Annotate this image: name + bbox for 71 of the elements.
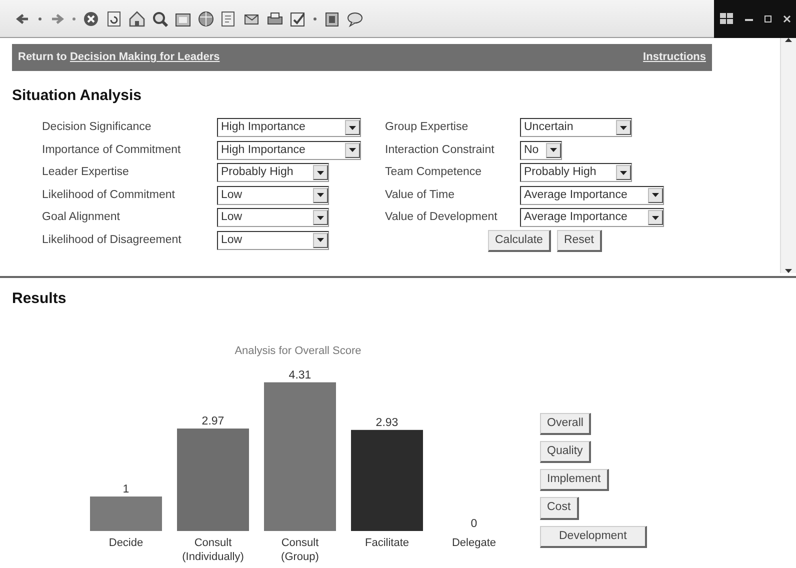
score-button[interactable]: Cost [540,497,579,520]
score-button[interactable]: Quality [540,440,591,463]
category-label: Facilitate [364,536,410,548]
globe-icon[interactable] [197,10,215,28]
dropdown[interactable]: Low [217,208,329,228]
dropdown-arrow-icon [317,170,324,175]
section-title: Situation Analysis [12,86,142,106]
return-text: Return to Decision Making for Leaders [18,50,220,66]
search-icon[interactable] [151,10,169,28]
stop-icon[interactable] [82,10,100,28]
category-label: Consult (Individually) [182,536,244,562]
dropdown-arrow-icon [620,126,627,130]
field-label: Decision Significance [42,120,152,136]
field-label: Goal Alignment [42,210,121,226]
dropdown[interactable]: Probably High [217,163,329,182]
dropdown[interactable]: Low [217,230,329,250]
scroll-down-icon[interactable] [785,269,792,273]
dropdown[interactable]: High Importance [217,118,361,138]
scrollbar[interactable] [780,38,796,273]
data-label: 4.31 [288,368,312,381]
field-label: Likelihood of Commitment [42,188,176,203]
category-label: Consult (Group) [281,536,319,562]
field-label: Group Expertise [385,120,470,136]
field-label: Value of Development [385,210,498,226]
dropdown-arrow-icon [317,216,324,220]
dropdown-arrow-icon [652,193,659,198]
dropdown-arrow-icon [620,170,627,175]
dropdown-arrow-icon [317,193,324,198]
dropdown[interactable]: No [520,140,562,160]
restore-icon[interactable] [764,14,772,22]
dropdown[interactable]: Average Importance [520,208,664,228]
edit-icon[interactable] [289,10,307,28]
action-button[interactable]: Reset [556,230,602,252]
data-label: 0 [470,518,478,530]
field-label: Likelihood of Disagreement [42,232,182,248]
home-icon[interactable] [128,10,146,28]
refresh-icon[interactable] [105,10,123,28]
print-icon[interactable] [266,10,284,28]
dropdown-arrow-icon [550,148,557,152]
chart-title: Analysis for Overall Score [234,344,362,356]
section-title: Results [12,289,68,309]
score-button[interactable]: Implement [540,469,609,492]
field-label: Team Competence [385,165,483,180]
score-button[interactable]: Overall [540,412,592,435]
data-label: 1 [122,483,130,495]
score-button[interactable]: Development [540,526,647,548]
dropdown-arrow-icon [349,126,356,130]
dropdown-arrow-icon [317,238,324,242]
field-label: Interaction Constraint [385,142,496,158]
action-button[interactable]: Calculate [488,230,551,252]
link[interactable]: Decision Making for Leaders [70,51,220,64]
dropdown[interactable]: Uncertain [520,118,632,138]
close-icon[interactable] [782,14,790,22]
windows-logo-icon [720,12,734,24]
note-icon[interactable] [323,10,341,28]
dropdown[interactable]: High Importance [217,140,361,160]
dropdown[interactable]: Probably High [520,163,632,182]
field-label: Leader Expertise [42,165,130,180]
category-label: Decide [108,536,144,548]
bar [90,496,162,530]
field-label: Value of Time [385,188,456,203]
field-label: Importance of Commitment [42,142,182,158]
chat-bubble-icon[interactable] [346,10,364,28]
instructions-link[interactable]: Instructions [643,49,706,66]
data-label: 2.97 [202,415,224,428]
dropdown-arrow-icon [652,216,659,220]
category-label: Delegate [452,536,496,548]
dropdown[interactable]: Low [217,186,329,205]
dropdown[interactable]: Average Importance [520,186,664,205]
dropdown-arrow-icon [349,148,356,152]
data-label: 2.93 [376,416,398,428]
